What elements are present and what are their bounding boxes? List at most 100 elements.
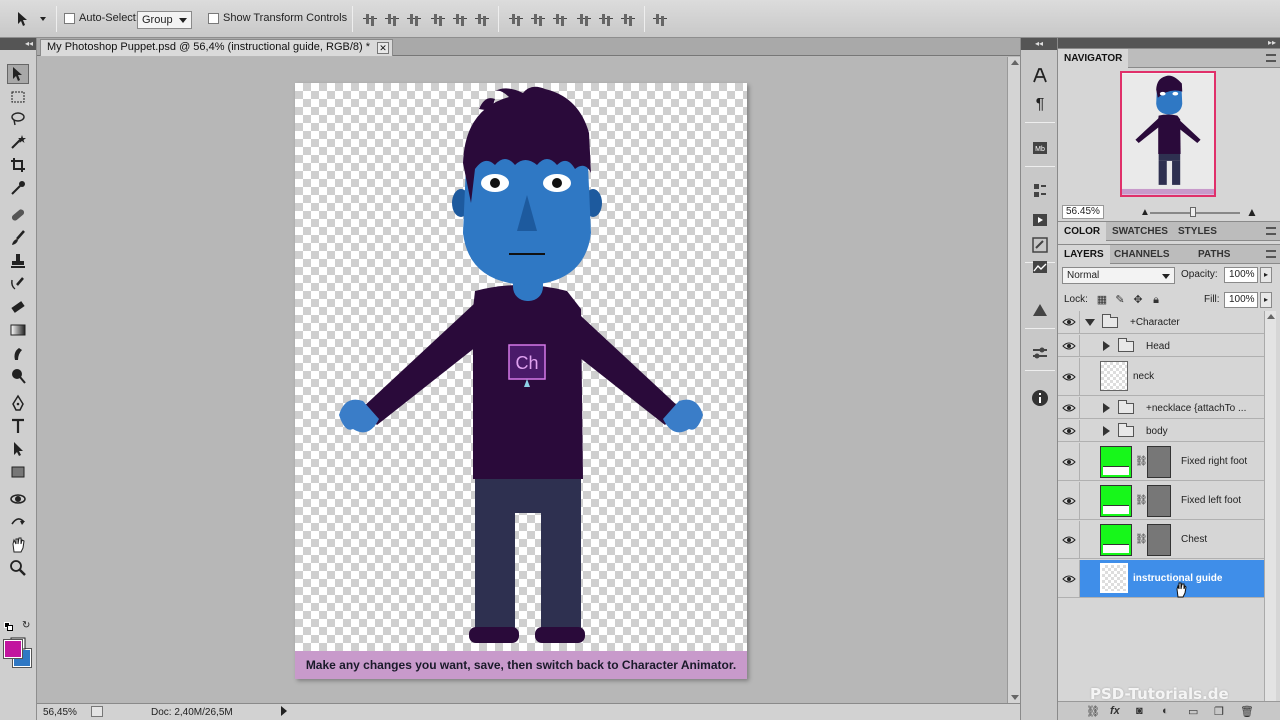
layer-row-body[interactable]: body <box>1058 420 1264 442</box>
tab-swatches[interactable]: SWATCHES <box>1106 222 1174 241</box>
scroll-up-arrow-icon[interactable] <box>1267 314 1275 319</box>
swap-colors-icon[interactable]: ↻ <box>22 620 30 631</box>
show-transform-option[interactable]: Show Transform Controls <box>208 12 347 24</box>
auto-select-option[interactable]: Auto-Select: <box>64 12 139 24</box>
actions-panel-icon[interactable] <box>1029 210 1051 230</box>
lasso-tool[interactable] <box>7 109 29 129</box>
delete-layer-icon[interactable]: 🗑︎ <box>1240 705 1254 718</box>
fill-field[interactable]: 100% <box>1224 292 1258 308</box>
history-brush-tool[interactable] <box>7 274 29 294</box>
layer-row-neck[interactable]: neck <box>1058 358 1264 396</box>
group-expand-icon[interactable] <box>1103 403 1110 413</box>
align-bottom-icon[interactable] <box>406 11 422 27</box>
history-panel-icon[interactable] <box>1029 181 1051 201</box>
tab-styles[interactable]: STYLES <box>1172 222 1223 241</box>
gradient-tool[interactable] <box>7 320 29 340</box>
align-horizontal-center-icon[interactable] <box>452 11 468 27</box>
align-left-icon[interactable] <box>430 11 446 27</box>
eyedropper-tool[interactable] <box>7 178 29 198</box>
smudge-tool[interactable] <box>7 343 29 363</box>
zoom-slider-handle[interactable] <box>1190 207 1196 217</box>
tab-color[interactable]: COLOR <box>1058 222 1107 241</box>
crop-tool[interactable] <box>7 155 29 175</box>
link-layers-icon[interactable]: ⛓︎ <box>1086 705 1100 718</box>
auto-align-layers-icon[interactable] <box>652 11 668 27</box>
marquee-tool[interactable] <box>7 87 29 107</box>
visibility-toggle[interactable] <box>1058 358 1080 395</box>
group-expand-icon[interactable] <box>1103 341 1110 351</box>
navigator-thumbnail[interactable] <box>1120 71 1216 197</box>
visibility-toggle[interactable] <box>1058 335 1080 356</box>
lock-transparency-icon[interactable]: ▦ <box>1096 294 1108 306</box>
panel-menu-icon[interactable] <box>1266 54 1276 62</box>
layer-mask-thumbnail[interactable] <box>1147 524 1171 556</box>
dodge-tool[interactable] <box>7 366 29 386</box>
layer-mask-thumbnail[interactable] <box>1147 485 1171 517</box>
hand-tool[interactable] <box>7 535 29 555</box>
info-panel-icon[interactable] <box>1029 388 1051 408</box>
masks-panel-icon[interactable] <box>1029 300 1051 320</box>
visibility-toggle[interactable] <box>1058 311 1080 333</box>
distribute-vertical-center-icon[interactable] <box>530 11 546 27</box>
character-panel-icon[interactable] <box>1029 66 1051 86</box>
align-right-icon[interactable] <box>474 11 490 27</box>
navigator-zoom-field[interactable]: 56.45% <box>1062 205 1104 219</box>
visibility-toggle[interactable] <box>1058 420 1080 441</box>
default-colors-icon[interactable] <box>4 622 13 631</box>
visibility-toggle[interactable] <box>1058 521 1080 558</box>
type-tool[interactable] <box>7 416 29 436</box>
align-vertical-center-icon[interactable] <box>384 11 400 27</box>
paragraph-panel-icon[interactable]: ¶ <box>1029 95 1051 115</box>
auto-select-checkbox[interactable] <box>64 12 75 24</box>
lock-pixels-icon[interactable]: ✎ <box>1114 294 1126 306</box>
lock-all-icon[interactable]: 🔒︎ <box>1150 294 1162 306</box>
mini-bridge-icon[interactable]: Mb <box>1029 138 1051 158</box>
move-tool[interactable] <box>7 64 29 84</box>
path-selection-tool[interactable] <box>7 439 29 459</box>
layer-row-character-group[interactable]: +Character <box>1058 311 1264 334</box>
adjustments-panel-icon[interactable] <box>1029 257 1051 277</box>
clone-source-icon[interactable] <box>1029 343 1051 363</box>
auto-select-dropdown[interactable]: Group <box>137 11 192 29</box>
tab-navigator[interactable]: NAVIGATOR <box>1058 49 1129 68</box>
zoom-out-icon[interactable]: ▲ <box>1140 207 1150 218</box>
tab-paths[interactable]: PATHS <box>1192 245 1236 264</box>
zoom-tool[interactable] <box>7 558 29 578</box>
layer-mask-thumbnail[interactable] <box>1147 446 1171 478</box>
group-expand-icon[interactable] <box>1085 319 1095 326</box>
status-menu-arrow-icon[interactable] <box>281 706 287 716</box>
layer-row-instructional-guide[interactable]: instructional guide <box>1058 560 1264 598</box>
group-expand-icon[interactable] <box>1103 426 1110 436</box>
layer-row-chest[interactable]: ⛓︎ Chest <box>1058 521 1264 559</box>
visibility-toggle[interactable] <box>1058 560 1080 597</box>
opacity-arrow-icon[interactable]: ▸ <box>1260 267 1272 283</box>
link-chain-icon[interactable]: ⛓︎ <box>1135 495 1148 506</box>
eraser-tool[interactable] <box>7 297 29 317</box>
distribute-top-icon[interactable] <box>508 11 524 27</box>
move-tool-preset-picker[interactable] <box>14 9 50 29</box>
scroll-down-arrow-icon[interactable] <box>1011 695 1019 700</box>
status-info-icon[interactable] <box>91 706 103 717</box>
visibility-toggle[interactable] <box>1058 397 1080 418</box>
shape-tool[interactable] <box>7 462 29 482</box>
document-canvas[interactable]: Ch Make any changes you want, save, then… <box>295 83 747 679</box>
tab-layers[interactable]: LAYERS <box>1058 245 1110 264</box>
visibility-toggle[interactable] <box>1058 482 1080 519</box>
panel-menu-icon[interactable] <box>1266 227 1276 235</box>
adjustment-layer-icon[interactable]: ◐ <box>1162 705 1169 717</box>
distribute-left-icon[interactable] <box>576 11 592 27</box>
lock-position-icon[interactable]: ✥ <box>1132 294 1144 306</box>
layer-style-icon[interactable]: fx <box>1110 705 1120 717</box>
3d-rotate-tool[interactable] <box>7 489 29 509</box>
align-top-icon[interactable] <box>362 11 378 27</box>
brush-tool[interactable] <box>7 228 29 248</box>
new-group-icon[interactable]: ▭ <box>1188 705 1198 718</box>
layer-row-fixed-right-foot[interactable]: ⛓︎ Fixed right foot <box>1058 443 1264 481</box>
canvas-area[interactable]: Ch Make any changes you want, save, then… <box>37 57 1007 703</box>
panel-collapse-bar[interactable]: ◂◂ <box>0 38 36 50</box>
blend-mode-dropdown[interactable]: Normal <box>1062 267 1175 284</box>
link-chain-icon[interactable]: ⛓︎ <box>1135 534 1148 545</box>
layers-scrollbar[interactable] <box>1264 311 1276 701</box>
panel-collapse-bar[interactable]: ▸▸ <box>1058 38 1280 48</box>
close-icon[interactable]: ✕ <box>377 42 390 54</box>
